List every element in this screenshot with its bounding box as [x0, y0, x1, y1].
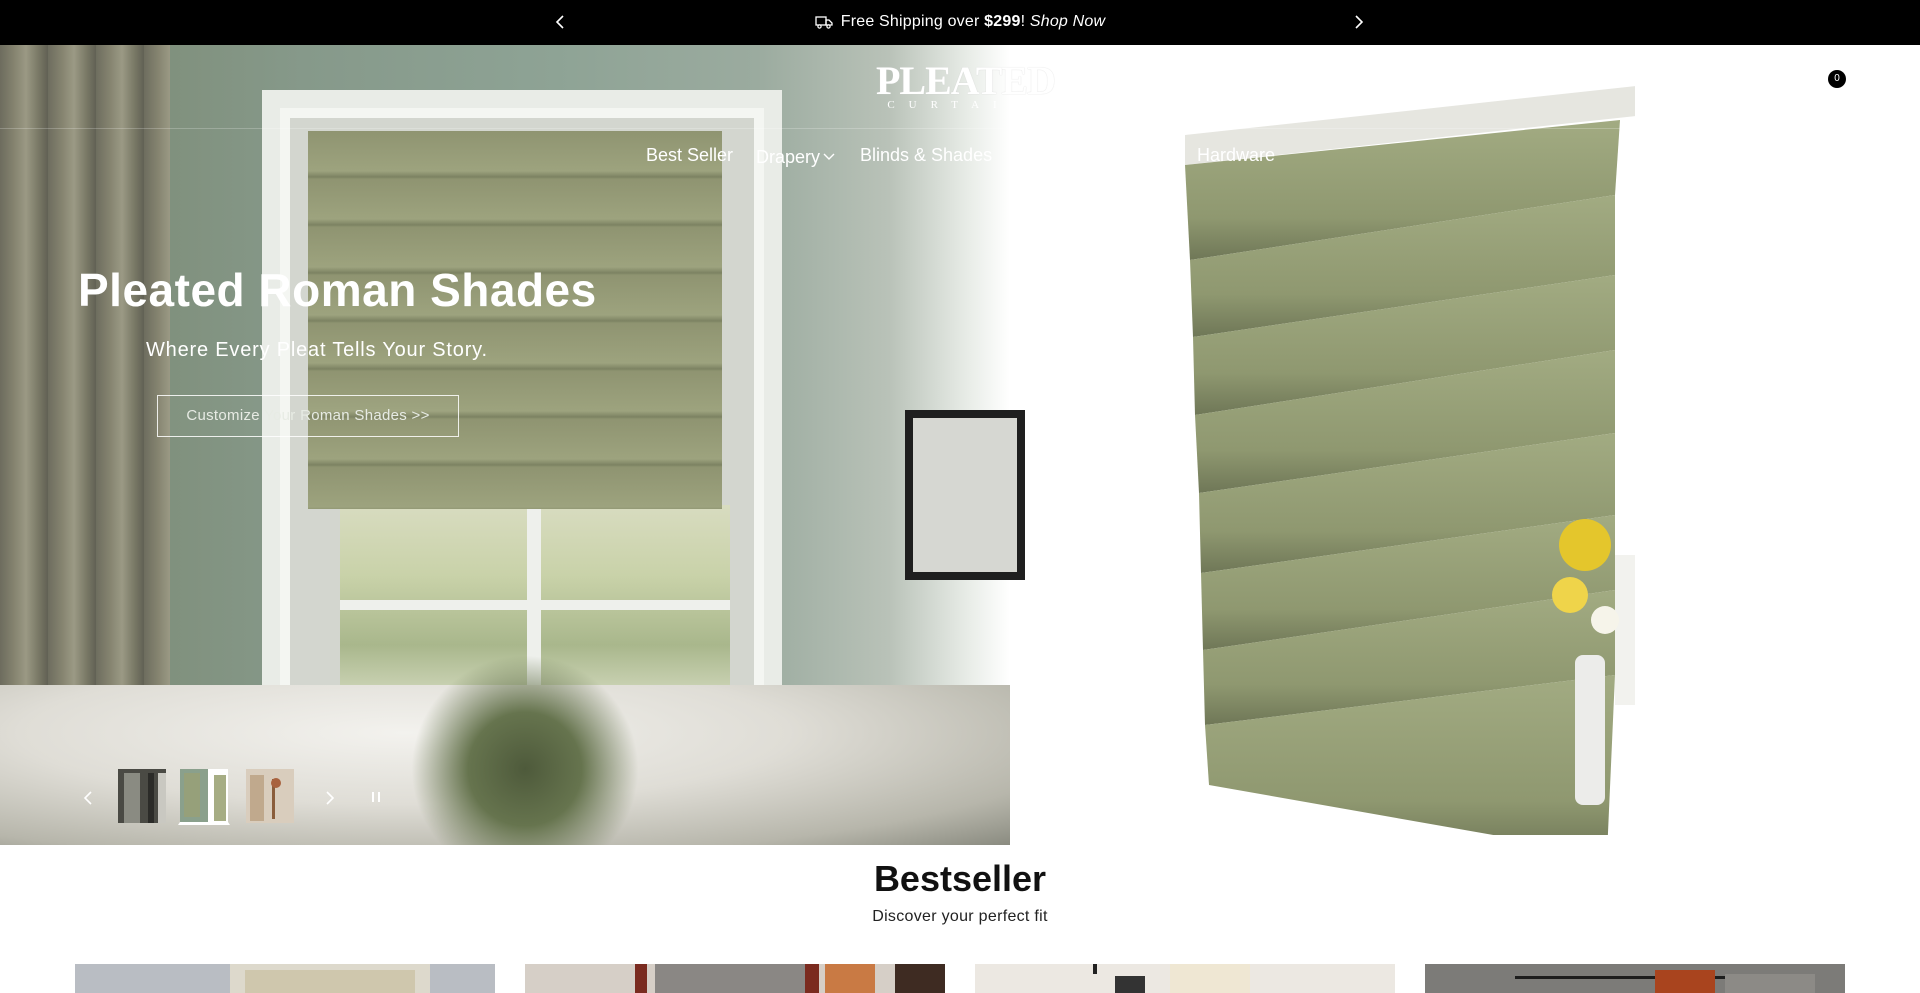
cart-count-badge[interactable]: 0 — [1828, 70, 1846, 88]
hero-banner: PLEATED CURTAIN 0 Best Seller Drapery Bl… — [0, 45, 1920, 845]
slider-thumb[interactable] — [116, 767, 168, 825]
site-logo[interactable]: PLEATED CURTAIN — [876, 58, 1056, 113]
shop-now-link[interactable]: Shop Now — [1030, 13, 1105, 30]
hero-product-image — [1175, 75, 1645, 845]
announcement-next-arrow-icon[interactable] — [1346, 10, 1370, 34]
product-card[interactable] — [1425, 964, 1845, 993]
nav-item-drapery-label: Drapery — [756, 147, 821, 167]
header-divider — [0, 128, 1920, 129]
slider-next-icon[interactable] — [320, 789, 338, 807]
hero-roman-shade-image — [308, 131, 722, 509]
logo-subtext: CURTAIN — [887, 99, 1033, 111]
logo-wordmark: PLEATED — [876, 58, 1056, 103]
hero-wall-frame-image — [905, 410, 1025, 580]
nav-item-hardware[interactable]: Hardware — [1197, 145, 1275, 166]
truck-icon — [815, 15, 833, 34]
slider-pause-icon[interactable] — [368, 789, 384, 805]
hero-title: Pleated Roman Shades — [78, 264, 597, 316]
nav-item-best-seller[interactable]: Best Seller — [646, 145, 733, 166]
slider-thumb[interactable] — [244, 767, 296, 825]
hero-plant-image — [410, 655, 640, 845]
product-card[interactable] — [975, 964, 1395, 993]
hero-subtitle: Where Every Pleat Tells Your Story. — [146, 339, 488, 361]
slider-prev-icon[interactable] — [80, 789, 98, 807]
bestseller-product-grid — [0, 964, 1920, 993]
announcement-suffix: ! — [1020, 13, 1030, 30]
nav-item-blinds-shades[interactable]: Blinds & Shades — [860, 145, 992, 166]
customize-roman-shades-button[interactable]: Customize Your Roman Shades >> — [157, 395, 459, 437]
announcement-amount: $299 — [984, 13, 1021, 30]
announcement-bar: Free Shipping over $299! Shop Now — [0, 0, 1920, 45]
announcement-prefix: Free Shipping over — [840, 13, 985, 30]
announcement-message[interactable]: Free Shipping over $299! Shop Now — [0, 13, 1920, 34]
bestseller-heading: Bestseller — [873, 858, 1047, 899]
bestseller-subheading: Discover your perfect fit — [872, 908, 1048, 925]
chevron-down-icon — [823, 145, 835, 166]
product-card[interactable] — [75, 964, 495, 993]
hero-window-rail — [340, 600, 730, 610]
nav-item-drapery[interactable]: Drapery — [756, 145, 835, 168]
product-card[interactable] — [525, 964, 945, 993]
slider-thumb-active[interactable] — [178, 767, 230, 825]
